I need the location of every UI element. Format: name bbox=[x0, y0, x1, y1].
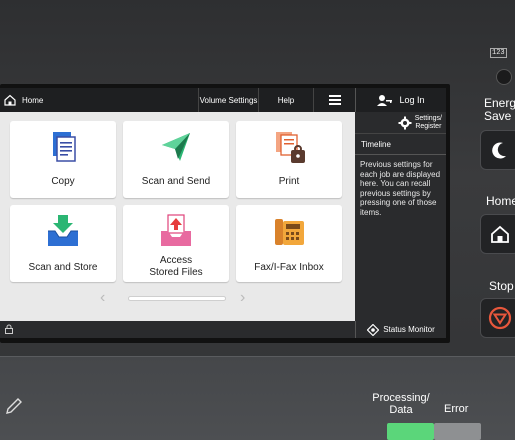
page-thumb[interactable] bbox=[128, 296, 226, 301]
error-led bbox=[434, 423, 481, 440]
timeline-text: Previous settings for each job are displ… bbox=[360, 160, 441, 217]
timeline-panel: Settings/ Register Timeline Previous set… bbox=[355, 112, 446, 321]
tile-label-line1: Access bbox=[159, 255, 193, 266]
small-indicator-label: 123 bbox=[490, 48, 507, 58]
timeline-divider bbox=[355, 154, 446, 155]
home-hw-button[interactable] bbox=[480, 214, 515, 254]
home-tab[interactable]: Home bbox=[4, 88, 43, 112]
tile-label-line2: Stored Files bbox=[149, 267, 203, 278]
tile-label: Scan and Send bbox=[141, 176, 211, 187]
tile-copy[interactable]: Copy bbox=[10, 121, 116, 198]
bottom-bar: Status Monitor bbox=[0, 321, 446, 338]
chevron-right-icon[interactable]: › bbox=[240, 289, 245, 307]
stop-icon bbox=[488, 306, 512, 330]
stop-button[interactable] bbox=[480, 298, 515, 338]
touch-screen: Home Volume Settings Help Log In Copy Sc… bbox=[0, 88, 446, 338]
tile-label: Fax/I-Fax Inbox bbox=[254, 262, 324, 273]
home-icon bbox=[4, 94, 16, 106]
access-files-icon bbox=[161, 214, 191, 246]
home-hw-label: Home bbox=[486, 194, 515, 208]
tile-label: Copy bbox=[51, 176, 75, 187]
print-icon bbox=[276, 132, 305, 163]
tile-label: Scan and Store bbox=[28, 262, 98, 273]
page-indicator: ‹ › bbox=[100, 289, 260, 307]
pen-icon[interactable] bbox=[4, 396, 24, 416]
energy-saver-label: Energ Save bbox=[484, 97, 515, 123]
login-label: Log In bbox=[399, 95, 425, 105]
volume-settings-label: Volume Settings bbox=[199, 95, 258, 105]
login-button[interactable]: Log In bbox=[355, 88, 446, 112]
chevron-left-icon[interactable]: ‹ bbox=[100, 289, 105, 307]
settings-register-label: Settings/ Register bbox=[415, 115, 442, 131]
lock-icon[interactable] bbox=[4, 324, 14, 334]
tile-print[interactable]: Print bbox=[236, 121, 342, 198]
tile-scan-and-store[interactable]: Scan and Store bbox=[10, 205, 116, 282]
timeline-title: Timeline bbox=[361, 140, 391, 149]
home-icon bbox=[491, 225, 509, 243]
volume-settings-button[interactable]: Volume Settings bbox=[198, 88, 258, 112]
top-bar: Home Volume Settings Help Log In bbox=[0, 88, 446, 112]
tile-scan-and-send[interactable]: Scan and Send bbox=[123, 121, 229, 198]
settings-line2: Register bbox=[415, 122, 442, 130]
help-button[interactable]: Help bbox=[258, 88, 313, 112]
home-tab-label: Home bbox=[22, 95, 44, 105]
moon-icon bbox=[492, 142, 506, 159]
scan-send-icon bbox=[162, 133, 190, 161]
status-monitor-icon bbox=[367, 323, 380, 336]
indicator-button[interactable] bbox=[496, 69, 512, 85]
settings-line1: Settings/ bbox=[414, 114, 442, 122]
energy-saver-button[interactable] bbox=[480, 130, 515, 170]
user-key-icon bbox=[377, 95, 393, 106]
menu-button[interactable] bbox=[313, 88, 355, 112]
hamburger-icon bbox=[328, 93, 341, 107]
fax-inbox-icon bbox=[275, 219, 304, 245]
processing-line2: Data bbox=[389, 404, 413, 416]
settings-register-button[interactable]: Settings/ Register bbox=[355, 112, 446, 134]
copy-icon bbox=[53, 132, 76, 162]
error-label: Error bbox=[444, 403, 469, 415]
tile-fax-inbox[interactable]: Fax/I-Fax Inbox bbox=[236, 205, 342, 282]
scan-store-icon bbox=[48, 215, 78, 246]
stop-label: Stop bbox=[489, 279, 514, 293]
status-monitor-label: Status Monitor bbox=[383, 325, 435, 334]
processing-line1: Processing/ bbox=[372, 392, 430, 404]
processing-led bbox=[387, 423, 434, 440]
gear-icon bbox=[398, 116, 412, 129]
processing-data-label: Processing/ Data bbox=[366, 392, 436, 416]
tile-access-stored-files[interactable]: Access Stored Files bbox=[123, 205, 229, 282]
energy-saver-line2: Save bbox=[484, 109, 512, 123]
help-label: Help bbox=[277, 95, 295, 105]
status-monitor-button[interactable]: Status Monitor bbox=[355, 321, 446, 338]
tile-label: Print bbox=[278, 176, 300, 187]
